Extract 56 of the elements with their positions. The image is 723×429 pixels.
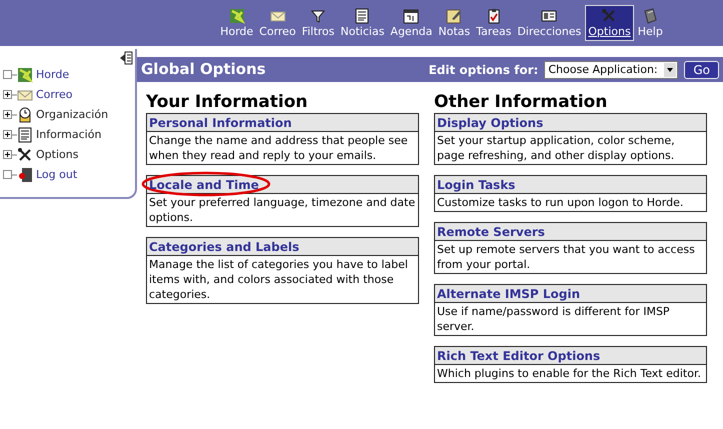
column-heading: Other Information bbox=[434, 92, 608, 112]
section-description: Manage the list of categories you have to label items with, and colors associated with those categories. bbox=[146, 256, 419, 304]
sidebar-link[interactable]: Correo bbox=[36, 86, 73, 104]
newspaper-icon bbox=[17, 127, 33, 143]
exit-door-icon bbox=[17, 167, 33, 183]
map-icon bbox=[17, 67, 33, 83]
section-description: Set your startup application, color scheme, page refreshing, and other display options. bbox=[434, 132, 707, 165]
section-description: Which plugins to enable for the Rich Text editor. bbox=[434, 365, 707, 383]
nav-tab[interactable]: Notas bbox=[436, 5, 472, 41]
nav-tab[interactable]: Direcciones bbox=[515, 5, 584, 41]
clipboard-icon bbox=[486, 8, 502, 24]
expand-icon[interactable] bbox=[3, 90, 17, 100]
funnel-icon bbox=[310, 8, 326, 24]
address-card-icon bbox=[541, 8, 558, 24]
section-link[interactable]: Remote Servers bbox=[437, 222, 545, 240]
sidebar-link[interactable]: Horde bbox=[36, 66, 70, 84]
expand-icon[interactable] bbox=[3, 130, 17, 140]
sidebar-link[interactable]: Organización bbox=[36, 106, 108, 124]
select-label: Edit options for: bbox=[428, 62, 538, 78]
go-button[interactable]: Go bbox=[684, 60, 719, 78]
nav-tab[interactable]: Filtros bbox=[300, 5, 337, 41]
newspaper-icon bbox=[354, 8, 370, 24]
nav-tab[interactable]: Tareas bbox=[474, 5, 514, 41]
page-title: Global Options bbox=[141, 59, 267, 80]
nav-tab[interactable]: Options bbox=[585, 5, 634, 41]
section-link[interactable]: Rich Text Editor Options bbox=[437, 346, 600, 364]
collapse-icon[interactable] bbox=[119, 51, 133, 65]
tools-icon bbox=[601, 8, 618, 24]
column-heading: Your Information bbox=[146, 92, 309, 112]
section-description: Set up remote servers that you want to access from your portal. bbox=[434, 241, 707, 274]
section-link[interactable]: Alternate IMSP Login bbox=[437, 284, 580, 302]
section-link[interactable]: Categories and Labels bbox=[149, 238, 300, 256]
section-description: Change the name and address that people see when they read and reply to your emails. bbox=[146, 132, 419, 165]
application-select[interactable]: Choose Application: bbox=[544, 60, 678, 78]
expand-icon[interactable] bbox=[3, 150, 17, 160]
sidebar-link[interactable]: Información bbox=[36, 126, 102, 144]
section-description: Use if name/password is different for IMSP server. bbox=[434, 303, 707, 336]
nav-tab[interactable]: Correo bbox=[257, 5, 298, 41]
nav-tab[interactable]: Horde bbox=[218, 5, 256, 41]
section-link[interactable]: Display Options bbox=[437, 114, 544, 132]
tools-icon bbox=[17, 147, 33, 163]
section-link[interactable]: Personal Information bbox=[149, 114, 292, 132]
notepad-icon bbox=[446, 8, 462, 24]
calendar-icon bbox=[403, 8, 420, 24]
expand-icon[interactable] bbox=[3, 110, 17, 120]
book-icon bbox=[642, 8, 658, 24]
section-link[interactable]: Login Tasks bbox=[437, 176, 516, 194]
nav-tab[interactable]: Help bbox=[636, 5, 665, 41]
sidebar-link[interactable]: Options bbox=[36, 146, 78, 164]
clock-icon bbox=[17, 107, 33, 123]
nav-tab[interactable]: Noticias bbox=[338, 5, 386, 41]
nav-tab[interactable]: Agenda bbox=[388, 5, 434, 41]
map-icon bbox=[228, 8, 245, 24]
section-description: Set your preferred language, timezone and date options. bbox=[146, 194, 419, 227]
sidebar-link[interactable]: Log out bbox=[36, 166, 78, 184]
section-description: Customize tasks to run upon logon to Horde. bbox=[434, 194, 707, 212]
